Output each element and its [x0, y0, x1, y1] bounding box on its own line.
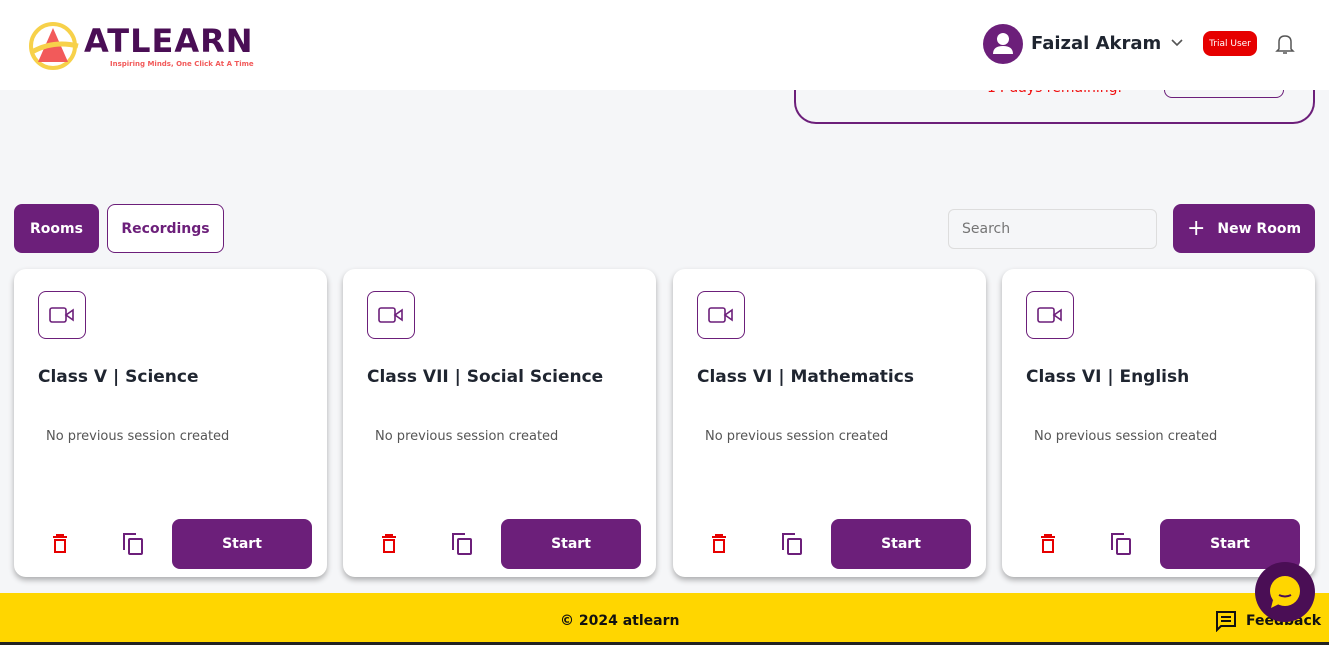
logo[interactable]: ATLEARN Inspiring Minds, One Click At A …: [28, 20, 268, 72]
start-button[interactable]: Start: [501, 519, 641, 569]
copyright: © 2024 atlearn: [560, 613, 680, 629]
user-name[interactable]: Faizal Akram: [1031, 33, 1161, 54]
room-title[interactable]: Class VI | Mathematics: [697, 367, 914, 387]
plus-icon: +: [1186, 216, 1206, 241]
user-icon: [993, 33, 1013, 54]
room-card: Class VI | English No previous session c…: [1002, 269, 1315, 577]
trial-badge: Trial User: [1203, 31, 1257, 56]
video-camera-icon: [1037, 307, 1062, 323]
video-camera-icon: [49, 307, 74, 323]
chevron-down-icon[interactable]: [1170, 38, 1184, 48]
copy-icon[interactable]: [451, 532, 473, 556]
room-icon-box: [697, 291, 745, 339]
new-room-label: New Room: [1217, 220, 1302, 237]
tab-recordings[interactable]: Recordings: [107, 204, 224, 253]
room-status: No previous session created: [46, 429, 230, 444]
search-input[interactable]: [948, 209, 1157, 249]
logo-text: ATLEARN: [84, 22, 254, 60]
start-button[interactable]: Start: [831, 519, 971, 569]
chat-icon: [1270, 576, 1300, 608]
trash-icon[interactable]: [711, 534, 727, 554]
trash-icon[interactable]: [381, 534, 397, 554]
new-room-button[interactable]: + New Room: [1173, 204, 1315, 253]
room-title[interactable]: Class V | Science: [38, 367, 199, 387]
room-icon-box: [1026, 291, 1074, 339]
trash-icon[interactable]: [1040, 534, 1056, 554]
room-title[interactable]: Class VI | English: [1026, 367, 1189, 387]
room-title[interactable]: Class VII | Social Science: [367, 367, 603, 387]
avatar[interactable]: [983, 24, 1023, 64]
start-button[interactable]: Start: [172, 519, 312, 569]
room-card: Class VII | Social Science No previous s…: [343, 269, 656, 577]
room-card: Class VI | Mathematics No previous sessi…: [673, 269, 986, 577]
room-icon-box: [367, 291, 415, 339]
top-header: ATLEARN Inspiring Minds, One Click At A …: [0, 0, 1329, 90]
room-status: No previous session created: [1034, 429, 1218, 444]
room-icon-box: [38, 291, 86, 339]
room-status: No previous session created: [375, 429, 559, 444]
video-camera-icon: [378, 307, 403, 323]
copy-icon[interactable]: [1110, 532, 1132, 556]
trash-icon[interactable]: [52, 534, 68, 554]
feedback-icon[interactable]: [1215, 610, 1237, 632]
room-status: No previous session created: [705, 429, 889, 444]
copy-icon[interactable]: [781, 532, 803, 556]
chat-widget-button[interactable]: [1255, 562, 1315, 622]
logo-mark-icon: [29, 22, 79, 70]
video-camera-icon: [708, 307, 733, 323]
bell-icon[interactable]: [1275, 33, 1295, 55]
copy-icon[interactable]: [122, 532, 144, 556]
footer: © 2024 atlearn Feedback: [0, 593, 1329, 642]
room-card: Class V | Science No previous session cr…: [14, 269, 327, 577]
logo-tagline: Inspiring Minds, One Click At A Time: [110, 60, 254, 68]
tab-rooms[interactable]: Rooms: [14, 204, 99, 253]
